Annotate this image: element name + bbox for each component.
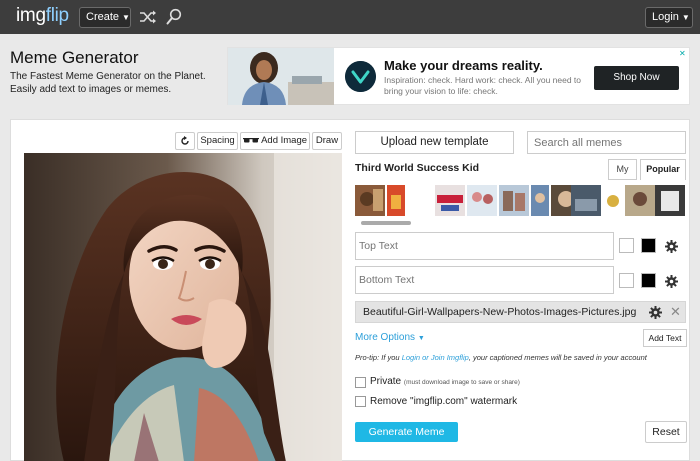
logo-prefix: img: [16, 5, 46, 26]
generator-panel: Spacing Add Image Draw Upload new templa…: [10, 119, 690, 461]
generate-meme-button[interactable]: Generate Meme: [355, 422, 458, 442]
template-thumbnail[interactable]: [571, 185, 601, 216]
gear-icon[interactable]: [665, 275, 678, 288]
logo-suffix: flip: [45, 5, 69, 26]
pro-tip: Pro-tip: If you Login or Join Imgflip, y…: [355, 353, 647, 362]
template-thumbnail[interactable]: [387, 185, 405, 216]
ad-title: Make your dreams reality.: [384, 58, 543, 73]
upload-template-button[interactable]: Upload new template: [355, 131, 514, 154]
login-join-link[interactable]: Login or Join Imgflip: [402, 353, 469, 362]
remove-watermark-checkbox[interactable]: [355, 396, 366, 407]
login-button[interactable]: Login ▼: [645, 7, 693, 28]
close-icon[interactable]: ✕: [670, 304, 681, 320]
tab-popular[interactable]: Popular: [640, 159, 686, 180]
chevron-down-icon: ▼: [681, 13, 690, 22]
top-text-fill-color[interactable]: [641, 238, 656, 253]
uploaded-file-name: Beautiful-Girl-Wallpapers-New-Photos-Ima…: [363, 306, 637, 318]
glasses-icon: [242, 138, 259, 143]
chevron-down-icon: ▼: [417, 335, 425, 342]
bottom-text-input[interactable]: [355, 266, 614, 294]
more-options-label: More Options: [355, 332, 416, 343]
top-text-input[interactable]: [355, 232, 614, 260]
template-thumbnail[interactable]: [625, 185, 655, 216]
private-note: (must download image to save or share): [403, 379, 520, 386]
meme-image[interactable]: [24, 153, 342, 461]
gear-icon[interactable]: [665, 240, 678, 253]
search-icon[interactable]: [166, 8, 182, 26]
imgflip-logo[interactable]: imgflip: [16, 5, 69, 27]
page-title: Meme Generator: [10, 48, 139, 67]
search-memes-input[interactable]: [527, 131, 686, 154]
top-text-outline-color[interactable]: [619, 238, 634, 253]
template-thumbnail[interactable]: [355, 185, 385, 216]
template-thumbnail[interactable]: [655, 185, 685, 216]
shuffle-icon[interactable]: [139, 9, 157, 25]
rotate-button[interactable]: [175, 132, 195, 150]
ad-logo-icon: [345, 61, 376, 92]
draw-button[interactable]: Draw: [312, 132, 342, 150]
template-thumbnail[interactable]: [499, 185, 529, 216]
tab-my[interactable]: My: [608, 159, 637, 180]
private-label[interactable]: Private (must download image to save or …: [370, 376, 520, 387]
ad-banner[interactable]: Make your dreams reality. Inspiration: c…: [227, 47, 690, 105]
add-image-button[interactable]: Add Image: [240, 132, 310, 150]
private-checkbox[interactable]: [355, 377, 366, 388]
protip-prefix: Pro-tip: If you: [355, 353, 402, 362]
private-label-text: Private: [370, 376, 402, 387]
uploaded-image-row: Beautiful-Girl-Wallpapers-New-Photos-Ima…: [355, 301, 686, 323]
reset-button[interactable]: Reset: [645, 421, 687, 443]
login-label: Login: [652, 11, 679, 23]
spacing-button[interactable]: Spacing: [197, 132, 238, 150]
top-nav: imgflip Create ▼ Login ▼: [0, 0, 700, 34]
add-image-label: Add Image: [261, 135, 308, 146]
create-label: Create: [86, 11, 120, 23]
rotate-icon: [181, 136, 189, 145]
template-thumbnail-strip: [355, 185, 686, 218]
remove-watermark-label[interactable]: Remove "imgflip.com" watermark: [370, 396, 517, 407]
ad-close-icon[interactable]: ✕: [679, 49, 686, 58]
create-menu-button[interactable]: Create ▼: [79, 7, 131, 28]
bottom-text-outline-color[interactable]: [619, 273, 634, 288]
selected-template-name: Third World Success Kid: [355, 162, 480, 174]
page-subtitle: The Fastest Meme Generator on the Planet…: [10, 71, 206, 95]
bottom-text-fill-color[interactable]: [641, 273, 656, 288]
ad-photo: [228, 48, 334, 105]
protip-suffix: , your captioned memes will be saved in …: [468, 353, 647, 362]
gear-icon[interactable]: [649, 306, 662, 319]
template-thumbnail[interactable]: [467, 185, 497, 216]
ad-text: Inspiration: check. Hard work: check. Al…: [384, 75, 582, 96]
ad-shop-now-button[interactable]: Shop Now: [594, 66, 679, 90]
add-text-button[interactable]: Add Text: [643, 329, 687, 347]
thumbnail-scrollbar[interactable]: [361, 221, 411, 225]
template-thumbnail[interactable]: [435, 185, 465, 216]
more-options-link[interactable]: More Options ▼: [355, 332, 425, 343]
template-thumbnail[interactable]: [605, 185, 621, 216]
template-thumbnail[interactable]: [531, 185, 549, 216]
chevron-down-icon: ▼: [122, 13, 130, 22]
